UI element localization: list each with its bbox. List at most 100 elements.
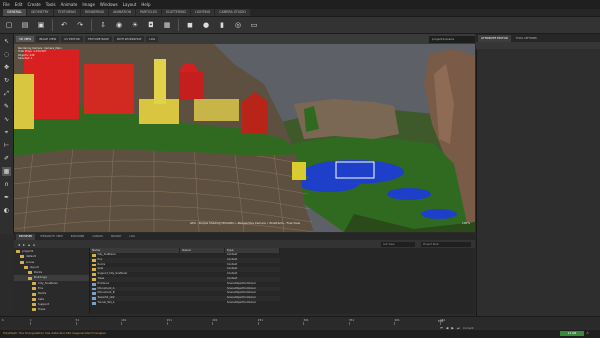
forward-icon[interactable]: ▸	[23, 242, 25, 247]
workspace-tab[interactable]: LIGHTING	[190, 9, 215, 16]
smooth-tool-icon[interactable]: ∿	[2, 115, 11, 124]
up-icon[interactable]: ▴	[28, 242, 30, 247]
workspace-tab[interactable]: PARTICLES	[136, 9, 161, 16]
cube-icon[interactable]: ◼	[185, 20, 195, 30]
browser-tab[interactable]: EXPLORER	[68, 234, 88, 240]
folder-icon	[32, 292, 36, 296]
magnet-icon[interactable]: ∩	[2, 180, 11, 189]
menu-file[interactable]: File	[3, 2, 10, 7]
scene-select[interactable]: project1/scene	[429, 35, 475, 43]
menu-help[interactable]: Help	[141, 2, 150, 7]
workspace-tab[interactable]: GEOMETRY	[26, 9, 53, 16]
rotate-tool-icon[interactable]: ↻	[2, 76, 11, 85]
memory-indicator: 12 GB	[560, 331, 584, 336]
menu-edit[interactable]: Edit	[15, 2, 23, 7]
undo-icon[interactable]: ↶	[59, 20, 69, 30]
workspace-tab[interactable]: GENERAL	[3, 9, 26, 16]
browser-search-input[interactable]: Project Root	[421, 241, 471, 247]
cylinder-icon[interactable]: ▮	[217, 20, 227, 30]
sphere-icon[interactable]: ●	[201, 20, 211, 30]
scale-tool-icon[interactable]: ⤢	[2, 89, 11, 98]
select-tool-icon[interactable]: ↖	[2, 37, 11, 46]
new-file-icon[interactable]: ▢	[4, 20, 14, 30]
home-icon[interactable]: ⌂	[33, 242, 36, 247]
folder-icon	[92, 273, 96, 276]
timeline-tick-mark	[30, 322, 31, 325]
notification-icon[interactable]: ⚠	[586, 331, 589, 335]
workspace-tab[interactable]: RENDERING	[81, 9, 109, 16]
viewport-mode-tab[interactable]: 3D VIEW	[16, 36, 35, 42]
workspace-tab[interactable]: TEXTURING	[53, 9, 80, 16]
timeline-start-frame[interactable]: 1	[2, 318, 14, 322]
workspace-tab[interactable]: SCATTERING	[161, 9, 190, 16]
toolbar-divider	[91, 19, 92, 31]
workspace-tab[interactable]: ANIMATION	[109, 9, 136, 16]
timeline-tick-mark	[303, 322, 305, 325]
viewport-mode-tab[interactable]: UV EDITOR	[61, 36, 83, 42]
folder-icon	[32, 308, 36, 312]
camera-icon[interactable]: ◘	[146, 20, 156, 30]
grid-snap-icon[interactable]: ▦	[2, 167, 11, 176]
browser-tab[interactable]: CANVAS	[89, 234, 106, 240]
3d-viewport[interactable]	[14, 44, 475, 232]
file-list-rows: City_Scatterer Context Env Context Rocks Cont…	[90, 253, 280, 306]
menu-bar: File Edit Create Tools Animate Image Windows La…	[0, 0, 600, 9]
timeline-ticks: 1 51 101 151 201 251 301 351 401 451	[20, 318, 475, 326]
file-row[interactable]: Tunnel_Tall_A SceneObjectCombiner	[90, 301, 280, 306]
lake-south	[421, 209, 457, 219]
measure-tool-icon[interactable]: ⊢	[2, 141, 11, 150]
folder-icon	[24, 266, 28, 270]
timeline-tick-mark	[121, 322, 123, 325]
viewport-mode-tab[interactable]: IMAGE VIEW	[36, 36, 60, 42]
tree-node[interactable]: Support_City_Scatterer	[14, 313, 89, 314]
render-icon[interactable]: ◉	[114, 20, 124, 30]
folder-icon	[28, 271, 32, 275]
menu-image[interactable]: Image	[82, 2, 95, 7]
grid-icon[interactable]: ▦	[162, 20, 172, 30]
info-line: Selected: 1	[18, 57, 33, 61]
redo-icon[interactable]: ↷	[75, 20, 85, 30]
lasso-tool-icon[interactable]: ◌	[2, 50, 11, 59]
folder-icon	[28, 276, 32, 280]
menu-tools[interactable]: Tools	[46, 2, 56, 7]
temple	[194, 99, 239, 121]
browser-tab[interactable]: HIERARCHY VIEW	[37, 234, 65, 240]
attribute-panel-tab[interactable]: ATTRIBUTE EDITOR	[478, 34, 511, 42]
pin-tool-icon[interactable]: ⌖	[2, 128, 11, 137]
folder-icon	[32, 287, 36, 291]
menu-create[interactable]: Create	[27, 2, 40, 7]
browser-tab[interactable]: BROWSER	[16, 233, 36, 240]
color-swatch-icon[interactable]: ◐	[2, 206, 11, 215]
light-icon[interactable]: ☀	[130, 20, 140, 30]
browser-tab[interactable]: SEARCH	[108, 234, 125, 240]
plane-icon[interactable]: ▭	[249, 20, 259, 30]
folder-icon	[32, 303, 36, 307]
timeline-tick-mark	[348, 322, 350, 325]
paint-tool-icon[interactable]: ✐	[2, 154, 11, 163]
file-list: Name Owner Type City_Scatterer Context Env…	[90, 248, 280, 314]
open-icon[interactable]: ▤	[20, 20, 30, 30]
red-tower	[179, 72, 204, 100]
menu-animate[interactable]: Animate	[61, 2, 78, 7]
workspace-tab[interactable]: CAMERA STUDIO	[215, 9, 250, 16]
viewport-mode-tab[interactable]: TEXTURE BAKE	[84, 36, 112, 42]
viewport-info: Rendering Camera: Camera_Main Total Poly…	[18, 47, 78, 61]
view-filter[interactable]: List View	[381, 241, 415, 247]
back-icon[interactable]: ◂	[18, 242, 20, 247]
attribute-panel-tab[interactable]: TOOL OPTIONS	[513, 35, 540, 42]
timeline-end-frame[interactable]: 501	[438, 319, 443, 323]
eyedropper-icon[interactable]: ✒	[2, 193, 11, 202]
menu-windows[interactable]: Windows	[100, 2, 118, 7]
viewport-header: 3D VIEW IMAGE VIEW UV EDITOR TEXTURE BAKE PA…	[14, 34, 475, 44]
move-tool-icon[interactable]: ✥	[2, 63, 11, 72]
browser-tab[interactable]: LOG	[126, 234, 137, 240]
viewport-mode-tab[interactable]: LOG	[146, 36, 159, 42]
viewport-mode-tab[interactable]: PATH WORKSHOP	[113, 36, 145, 42]
timeline-tick-mark	[394, 322, 396, 325]
status-message: PolyMesh: the triangulation has detected…	[3, 331, 107, 335]
menu-layout[interactable]: Layout	[123, 2, 137, 7]
import-icon[interactable]: ⇩	[98, 20, 108, 30]
brush-tool-icon[interactable]: ✎	[2, 102, 11, 111]
torus-icon[interactable]: ◎	[233, 20, 243, 30]
save-icon[interactable]: ▣	[36, 20, 46, 30]
